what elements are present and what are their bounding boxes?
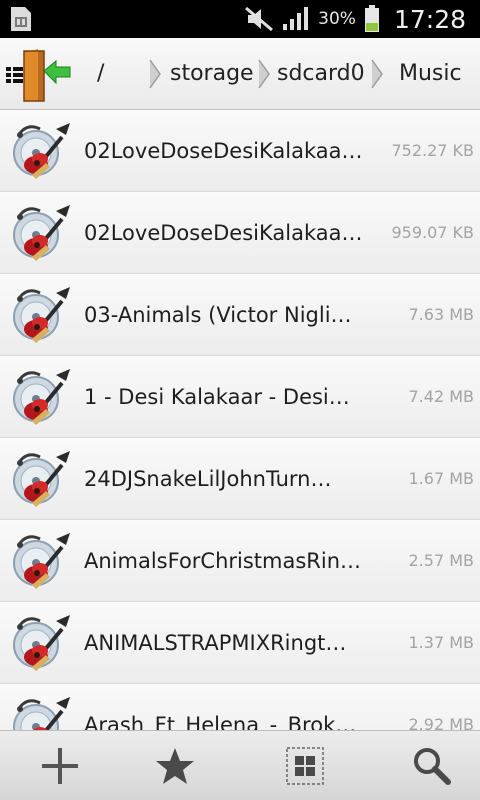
file-row[interactable]: Arash_Ft_Helena_-_Brok… 2.92 MB: [0, 684, 480, 730]
breadcrumb-separator: [149, 59, 161, 89]
breadcrumb-music[interactable]: Music: [399, 38, 462, 110]
favorites-button[interactable]: [115, 731, 235, 800]
file-name: 02LoveDoseDesiKalakaa…: [84, 221, 363, 245]
music-file-icon: [13, 697, 70, 730]
mute-icon: [245, 6, 274, 32]
favorite-star-icon: [156, 748, 194, 784]
path-bar: / storage sdcard0 Music: [0, 38, 480, 110]
file-size: 2.57 MB: [408, 551, 475, 570]
sim-card-icon: [11, 7, 31, 31]
status-bar: 30% 17:28: [0, 0, 480, 38]
file-size: 1.37 MB: [408, 633, 475, 652]
music-file-icon: [13, 123, 70, 179]
music-file-icon: [13, 205, 70, 261]
file-size: 959.07 KB: [391, 223, 474, 242]
file-name: 24DJSnakeLilJohnTurn…: [84, 467, 332, 491]
breadcrumb-sdcard0[interactable]: sdcard0: [277, 38, 365, 110]
breadcrumb-storage[interactable]: storage: [170, 38, 254, 110]
file-name: 02LoveDoseDesiKalakaa…: [84, 139, 363, 163]
file-size: 1.67 MB: [408, 469, 475, 488]
search-icon: [414, 748, 451, 785]
file-row[interactable]: 02LoveDoseDesiKalakaa… 752.27 KB: [0, 110, 480, 192]
music-file-icon: [13, 533, 70, 589]
file-size: 2.92 MB: [408, 715, 475, 730]
bottom-toolbar: [0, 730, 480, 800]
music-file-icon: [13, 451, 70, 507]
file-row[interactable]: 03-Animals (Victor Nigli… 7.63 MB: [0, 274, 480, 356]
music-file-icon: [13, 369, 70, 425]
exit-door-icon[interactable]: [2, 47, 74, 103]
file-row[interactable]: 1 - Desi Kalakaar - Desi… 7.42 MB: [0, 356, 480, 438]
breadcrumb-separator: [371, 59, 383, 89]
search-button[interactable]: [372, 731, 480, 800]
file-name: 1 - Desi Kalakaar - Desi…: [84, 385, 350, 409]
file-size: 752.27 KB: [391, 141, 474, 160]
add-button[interactable]: [0, 731, 120, 800]
clock: 17:28: [393, 4, 466, 34]
breadcrumb-separator: [258, 59, 270, 89]
file-row[interactable]: 24DJSnakeLilJohnTurn… 1.67 MB: [0, 438, 480, 520]
battery-icon: [364, 5, 379, 32]
file-row[interactable]: 02LoveDoseDesiKalakaa… 959.07 KB: [0, 192, 480, 274]
file-name: ANIMALSTRAPMIXRingt…: [84, 631, 347, 655]
file-list: 02LoveDoseDesiKalakaa… 752.27 KB 02LoveD…: [0, 110, 480, 730]
file-row[interactable]: AnimalsForChristmasRin… 2.57 MB: [0, 520, 480, 602]
file-name: AnimalsForChristmasRin…: [84, 549, 362, 573]
file-size: 7.42 MB: [408, 387, 475, 406]
file-row[interactable]: ANIMALSTRAPMIXRingt… 1.37 MB: [0, 602, 480, 684]
breadcrumb-root[interactable]: /: [97, 38, 104, 110]
music-file-icon: [13, 615, 70, 671]
file-name: 03-Animals (Victor Nigli…: [84, 303, 352, 327]
music-file-icon: [13, 287, 70, 343]
battery-percent: 30%: [318, 9, 356, 29]
signal-icon: [283, 7, 309, 30]
file-name: Arash_Ft_Helena_-_Brok…: [84, 713, 357, 730]
grid-view-icon: [286, 747, 324, 785]
file-size: 7.63 MB: [408, 305, 475, 324]
view-mode-button[interactable]: [245, 731, 365, 800]
add-icon: [42, 748, 78, 784]
